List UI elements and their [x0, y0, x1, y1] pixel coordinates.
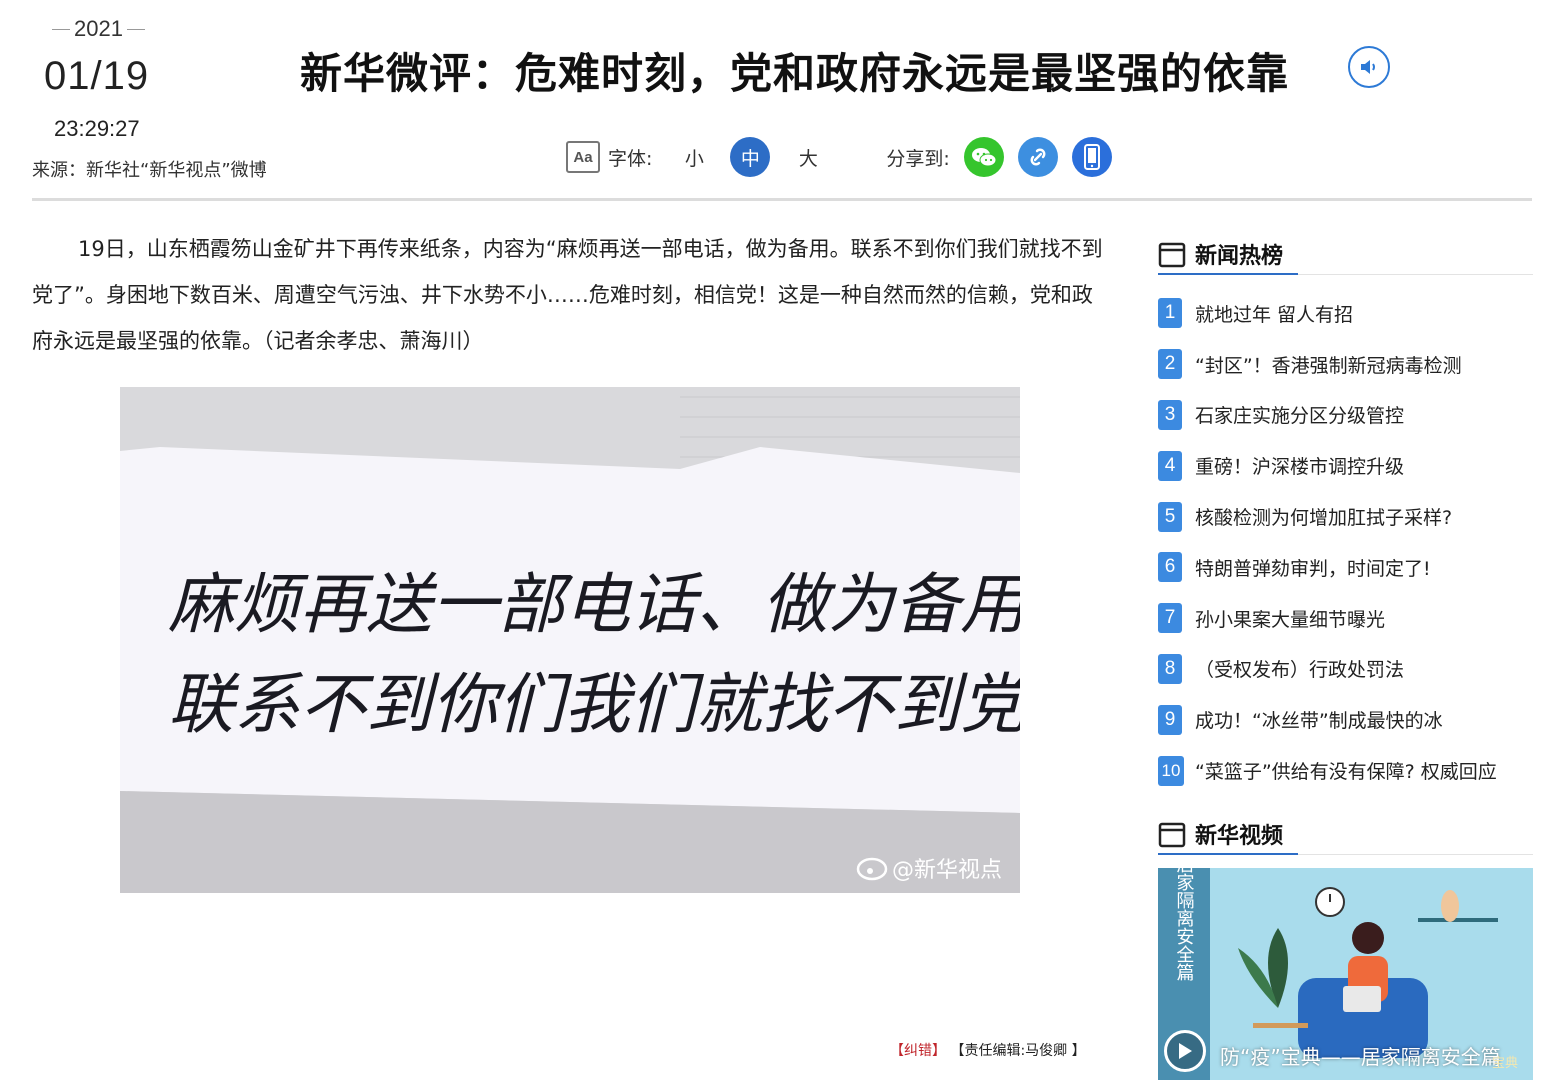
hot-news-header: 新闻热榜 [1158, 230, 1533, 275]
mobile-phone-icon [1083, 144, 1100, 170]
hot-news-link[interactable]: 特朗普弹劾审判，时间定了! [1195, 554, 1431, 581]
year-dash-right [126, 28, 145, 30]
video-caption[interactable]: 防“疫”宝典——居家隔离安全篇 [1220, 1041, 1501, 1070]
speaker-icon [1361, 60, 1375, 74]
header-divider [32, 198, 1532, 201]
rank-badge: 4 [1158, 450, 1182, 481]
video-play-button[interactable] [1164, 1030, 1206, 1072]
publish-year: 2021 [74, 16, 123, 41]
responsible-editor: 【责任编辑:马俊卿 】 [950, 1043, 1086, 1059]
rank-badge: 1 [1158, 298, 1182, 329]
rank-badge: 5 [1158, 501, 1182, 532]
publish-time: 23:29:27 [54, 116, 140, 141]
hot-news-link[interactable]: 石家庄实施分区分级管控 [1195, 401, 1404, 428]
hot-news-underline [1158, 273, 1298, 275]
hot-news-link[interactable]: “菜篮子”供给有没有保障? 权威回应 [1195, 757, 1497, 784]
note-line-1: 麻烦再送一部电话、做为备用 [168, 566, 1020, 643]
font-size-medium-button[interactable]: 中 [730, 137, 771, 177]
hot-news-link[interactable]: 核酸检测为何增加肛拭子采样? [1195, 503, 1452, 530]
font-size-icon: Aa [566, 141, 600, 173]
video-section-title: 新华视频 [1195, 824, 1284, 849]
font-size-small-button[interactable]: 小 [674, 137, 714, 177]
link-icon [1030, 148, 1046, 166]
hot-news-link[interactable]: 孙小果案大量细节曝光 [1195, 605, 1385, 632]
wechat-icon [971, 148, 997, 167]
audio-play-button[interactable] [1348, 46, 1390, 88]
article-photo: 麻烦再送一部电话、做为备用 联系不到你们我们就找不到党了 @新华视点 [120, 387, 1020, 893]
rank-badge: 6 [1158, 552, 1182, 583]
hot-news-link[interactable]: （受权发布）行政处罚法 [1195, 655, 1404, 682]
publish-date: 01/19 [44, 54, 150, 98]
newspaper-icon [1158, 242, 1186, 268]
play-icon [1179, 1043, 1192, 1059]
note-line-2: 联系不到你们我们就找不到党了 [168, 666, 1020, 743]
rank-badge: 8 [1158, 653, 1182, 684]
hot-news-item-1[interactable]: 1 就地过年 留人有招 [1158, 288, 1538, 339]
article-source: 来源：新华社“新华视点”微博 [32, 160, 267, 181]
video-header: 新华视频 [1158, 810, 1533, 855]
share-label: 分享到: [886, 147, 950, 170]
hot-news-item-6[interactable]: 6 特朗普弹劾审判，时间定了! [1158, 542, 1538, 593]
video-vertical-title: 居家隔离安全篇 [1174, 868, 1195, 981]
rank-badge: 7 [1158, 603, 1182, 634]
font-size-label: 字体: [608, 147, 653, 170]
rank-badge: 10 [1158, 755, 1184, 786]
photo-watermark: @新华视点 [892, 858, 1002, 883]
hot-news-item-2[interactable]: 2 “封区”！香港强制新冠病毒检测 [1158, 339, 1538, 390]
hot-news-link[interactable]: 就地过年 留人有招 [1195, 300, 1353, 327]
page-title: 新华微评：危难时刻，党和政府永远是最坚强的依靠 [300, 49, 1290, 98]
rank-badge: 3 [1158, 399, 1182, 430]
video-badge: 宝典 [1492, 1056, 1519, 1071]
editor-line: 【纠错】 【责任编辑:马俊卿 】 [890, 1040, 1086, 1060]
hot-news-item-10[interactable]: 10 “菜篮子”供给有没有保障? 权威回应 [1158, 745, 1538, 796]
article-body: 19日，山东栖霞笏山金矿井下再传来纸条，内容为“麻烦再送一部电话，做为备用。联系… [32, 237, 1103, 353]
share-wechat-button[interactable] [963, 137, 1004, 177]
share-mobile-button[interactable] [1071, 137, 1112, 177]
article-toolbar: Aa 字体: 小 中 大 分享到: [566, 136, 1126, 178]
publish-year-row: 2021 [52, 16, 145, 42]
hot-news-item-9[interactable]: 9 成功！“冰丝带”制成最快的冰 [1158, 694, 1538, 745]
hot-news-item-7[interactable]: 7 孙小果案大量细节曝光 [1158, 593, 1538, 644]
newspaper-icon [1158, 822, 1186, 848]
font-size-large-button[interactable]: 大 [788, 137, 828, 177]
share-link-button[interactable] [1017, 137, 1058, 177]
hot-news-item-5[interactable]: 5 核酸检测为何增加肛拭子采样? [1158, 491, 1538, 542]
hot-news-link[interactable]: “封区”！香港强制新冠病毒检测 [1195, 351, 1462, 378]
year-dash-left [52, 28, 70, 30]
hot-news-link[interactable]: 重磅！沪深楼市调控升级 [1195, 452, 1404, 479]
hot-news-item-3[interactable]: 3 石家庄实施分区分级管控 [1158, 390, 1538, 441]
rank-badge: 2 [1158, 349, 1182, 380]
hot-news-list: 1 就地过年 留人有招 2 “封区”！香港强制新冠病毒检测 3 石家庄实施分区分级管控… [1158, 288, 1538, 796]
hot-news-item-4[interactable]: 4 重磅！沪深楼市调控升级 [1158, 440, 1538, 491]
hot-news-title: 新闻热榜 [1195, 244, 1284, 269]
video-header-underline [1158, 853, 1298, 855]
hot-news-link[interactable]: 成功！“冰丝带”制成最快的冰 [1195, 706, 1443, 733]
correction-link[interactable]: 【纠错】 [890, 1043, 946, 1059]
rank-badge: 9 [1158, 704, 1182, 735]
hot-news-item-8[interactable]: 8 （受权发布）行政处罚法 [1158, 644, 1538, 695]
